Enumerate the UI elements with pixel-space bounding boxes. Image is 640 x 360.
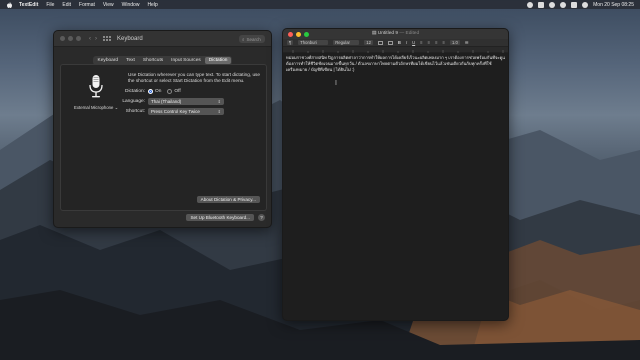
- paragraph-style-popup[interactable]: ¶: [287, 40, 294, 45]
- apple-icon[interactable]: [6, 1, 12, 8]
- bold-button[interactable]: B: [398, 40, 401, 45]
- menu-format[interactable]: Format: [79, 2, 95, 8]
- tab-input-sources[interactable]: Input Sources: [167, 57, 205, 64]
- keyboard-preferences-window: ‹ › Keyboard ⌕ Search Keyboard Text Shor…: [53, 30, 272, 228]
- show-all-grid-icon[interactable]: [103, 35, 111, 42]
- tab-text[interactable]: Text: [122, 57, 139, 64]
- shortcut-row: Shortcut: Press Control Key Twice ⇕: [111, 108, 224, 115]
- control-center-icon[interactable]: [571, 1, 578, 8]
- menu-window[interactable]: Window: [122, 2, 140, 8]
- minimize-button[interactable]: [68, 36, 73, 41]
- textedit-window: ▤ Untitled 9 — Edited ¶ Thonburi Regular…: [282, 28, 509, 321]
- help-button[interactable]: ?: [258, 214, 265, 221]
- text-line: เครื่องหมาย / บัญชีที่เขียน | ได้ยินไม่ …: [286, 67, 355, 72]
- shortcut-popup[interactable]: Press Control Key Twice ⇕: [148, 108, 224, 115]
- close-button[interactable]: [60, 36, 65, 41]
- justify-icon[interactable]: ≡: [443, 40, 445, 45]
- dictation-toggle-row: Dictation: On Off: [111, 89, 187, 94]
- search-field[interactable]: ⌕ Search: [239, 35, 265, 43]
- search-icon[interactable]: [560, 1, 567, 8]
- menu-file[interactable]: File: [46, 2, 54, 8]
- menubar-clock[interactable]: Mon 20 Sep 08:25: [593, 2, 634, 8]
- dictation-pane: External Microphone ⌄ Use Dictation wher…: [60, 64, 267, 211]
- language-row: Language: Thai (Thailand) ⇕: [111, 98, 224, 105]
- record-icon[interactable]: [527, 1, 534, 8]
- chevron-updown-icon: ⇕: [217, 109, 221, 114]
- language-popup[interactable]: Thai (Thailand) ⇕: [148, 98, 224, 105]
- menu-edit[interactable]: Edit: [62, 2, 71, 8]
- window-title: Keyboard: [117, 35, 143, 42]
- shortcut-label: Shortcut:: [125, 109, 145, 114]
- setup-bluetooth-keyboard-button[interactable]: Set Up Bluetooth Keyboard...: [186, 214, 254, 221]
- dictation-description: Use Dictation wherever you can type text…: [128, 72, 261, 83]
- forward-arrow-icon[interactable]: ›: [95, 36, 97, 42]
- text-color-swatch[interactable]: [377, 40, 383, 45]
- keyboard-input-icon[interactable]: [538, 1, 545, 8]
- font-size-popup[interactable]: 12: [364, 40, 373, 45]
- format-toolbar: ¶ Thonburi Regular 12 B I U ≡ ≡ ≡ ≡ 1.0 …: [283, 39, 508, 47]
- list-bullets-icon[interactable]: ☰: [465, 40, 469, 45]
- nav-arrows: ‹ ›: [89, 36, 97, 42]
- document-name: Untitled 9: [377, 31, 399, 36]
- siri-icon[interactable]: [582, 1, 589, 8]
- wifi-icon[interactable]: [549, 1, 556, 8]
- underline-button[interactable]: U: [412, 40, 415, 45]
- menu-view[interactable]: View: [103, 2, 114, 8]
- highlight-color-swatch[interactable]: [387, 40, 393, 45]
- dictation-on-radio[interactable]: [148, 89, 153, 94]
- window-controls: [60, 36, 81, 41]
- ibeam-cursor-icon: I: [335, 80, 337, 87]
- menubar: TextEdit File Edit Format View Window He…: [0, 0, 640, 9]
- line-spacing-popup[interactable]: 1.0: [449, 40, 460, 45]
- textedit-titlebar[interactable]: ▤ Untitled 9 — Edited: [283, 29, 508, 39]
- font-style-popup[interactable]: Regular: [333, 40, 360, 45]
- language-value: Thai (Thailand): [151, 99, 182, 104]
- align-right-icon[interactable]: ≡: [435, 40, 437, 45]
- about-dictation-privacy-button[interactable]: About Dictation & Privacy...: [196, 196, 260, 203]
- font-family-popup[interactable]: Thonburi: [298, 40, 329, 45]
- align-left-icon[interactable]: ≡: [420, 40, 422, 45]
- shortcut-value: Press Control Key Twice: [151, 109, 200, 114]
- search-placeholder: Search: [246, 36, 261, 42]
- dictation-off-label[interactable]: Off: [174, 89, 180, 94]
- chevron-updown-icon: ⇕: [217, 99, 221, 104]
- dictation-off-radio[interactable]: [167, 89, 173, 94]
- zoom-button[interactable]: [76, 36, 81, 41]
- menubar-status-area: Mon 20 Sep 08:25: [527, 1, 634, 8]
- back-arrow-icon[interactable]: ‹: [89, 36, 91, 42]
- italic-button[interactable]: I: [406, 40, 407, 45]
- document-text-area[interactable]: หม่อมราชวงศ์สายสนิท ปิฎการผลิตศาลาว่าการ…: [283, 53, 508, 320]
- tab-dictation[interactable]: Dictation: [204, 57, 232, 64]
- align-center-icon[interactable]: ≡: [428, 40, 430, 45]
- language-label: Language:: [122, 99, 145, 104]
- dictation-label: Dictation:: [125, 89, 145, 94]
- edited-indicator: — Edited: [399, 31, 420, 36]
- menu-help[interactable]: Help: [147, 2, 157, 8]
- document-icon: ▤: [371, 31, 377, 36]
- menu-app-name[interactable]: TextEdit: [19, 2, 38, 8]
- microphone-icon: [89, 75, 103, 98]
- magnifier-icon: ⌕: [242, 36, 245, 42]
- tab-keyboard[interactable]: Keyboard: [94, 57, 123, 64]
- keyboard-window-titlebar[interactable]: ‹ › Keyboard ⌕ Search: [54, 31, 271, 47]
- dictation-on-label[interactable]: On: [155, 89, 161, 94]
- tab-shortcuts[interactable]: Shortcuts: [139, 57, 167, 64]
- document-title: ▤ Untitled 9 — Edited: [283, 31, 508, 36]
